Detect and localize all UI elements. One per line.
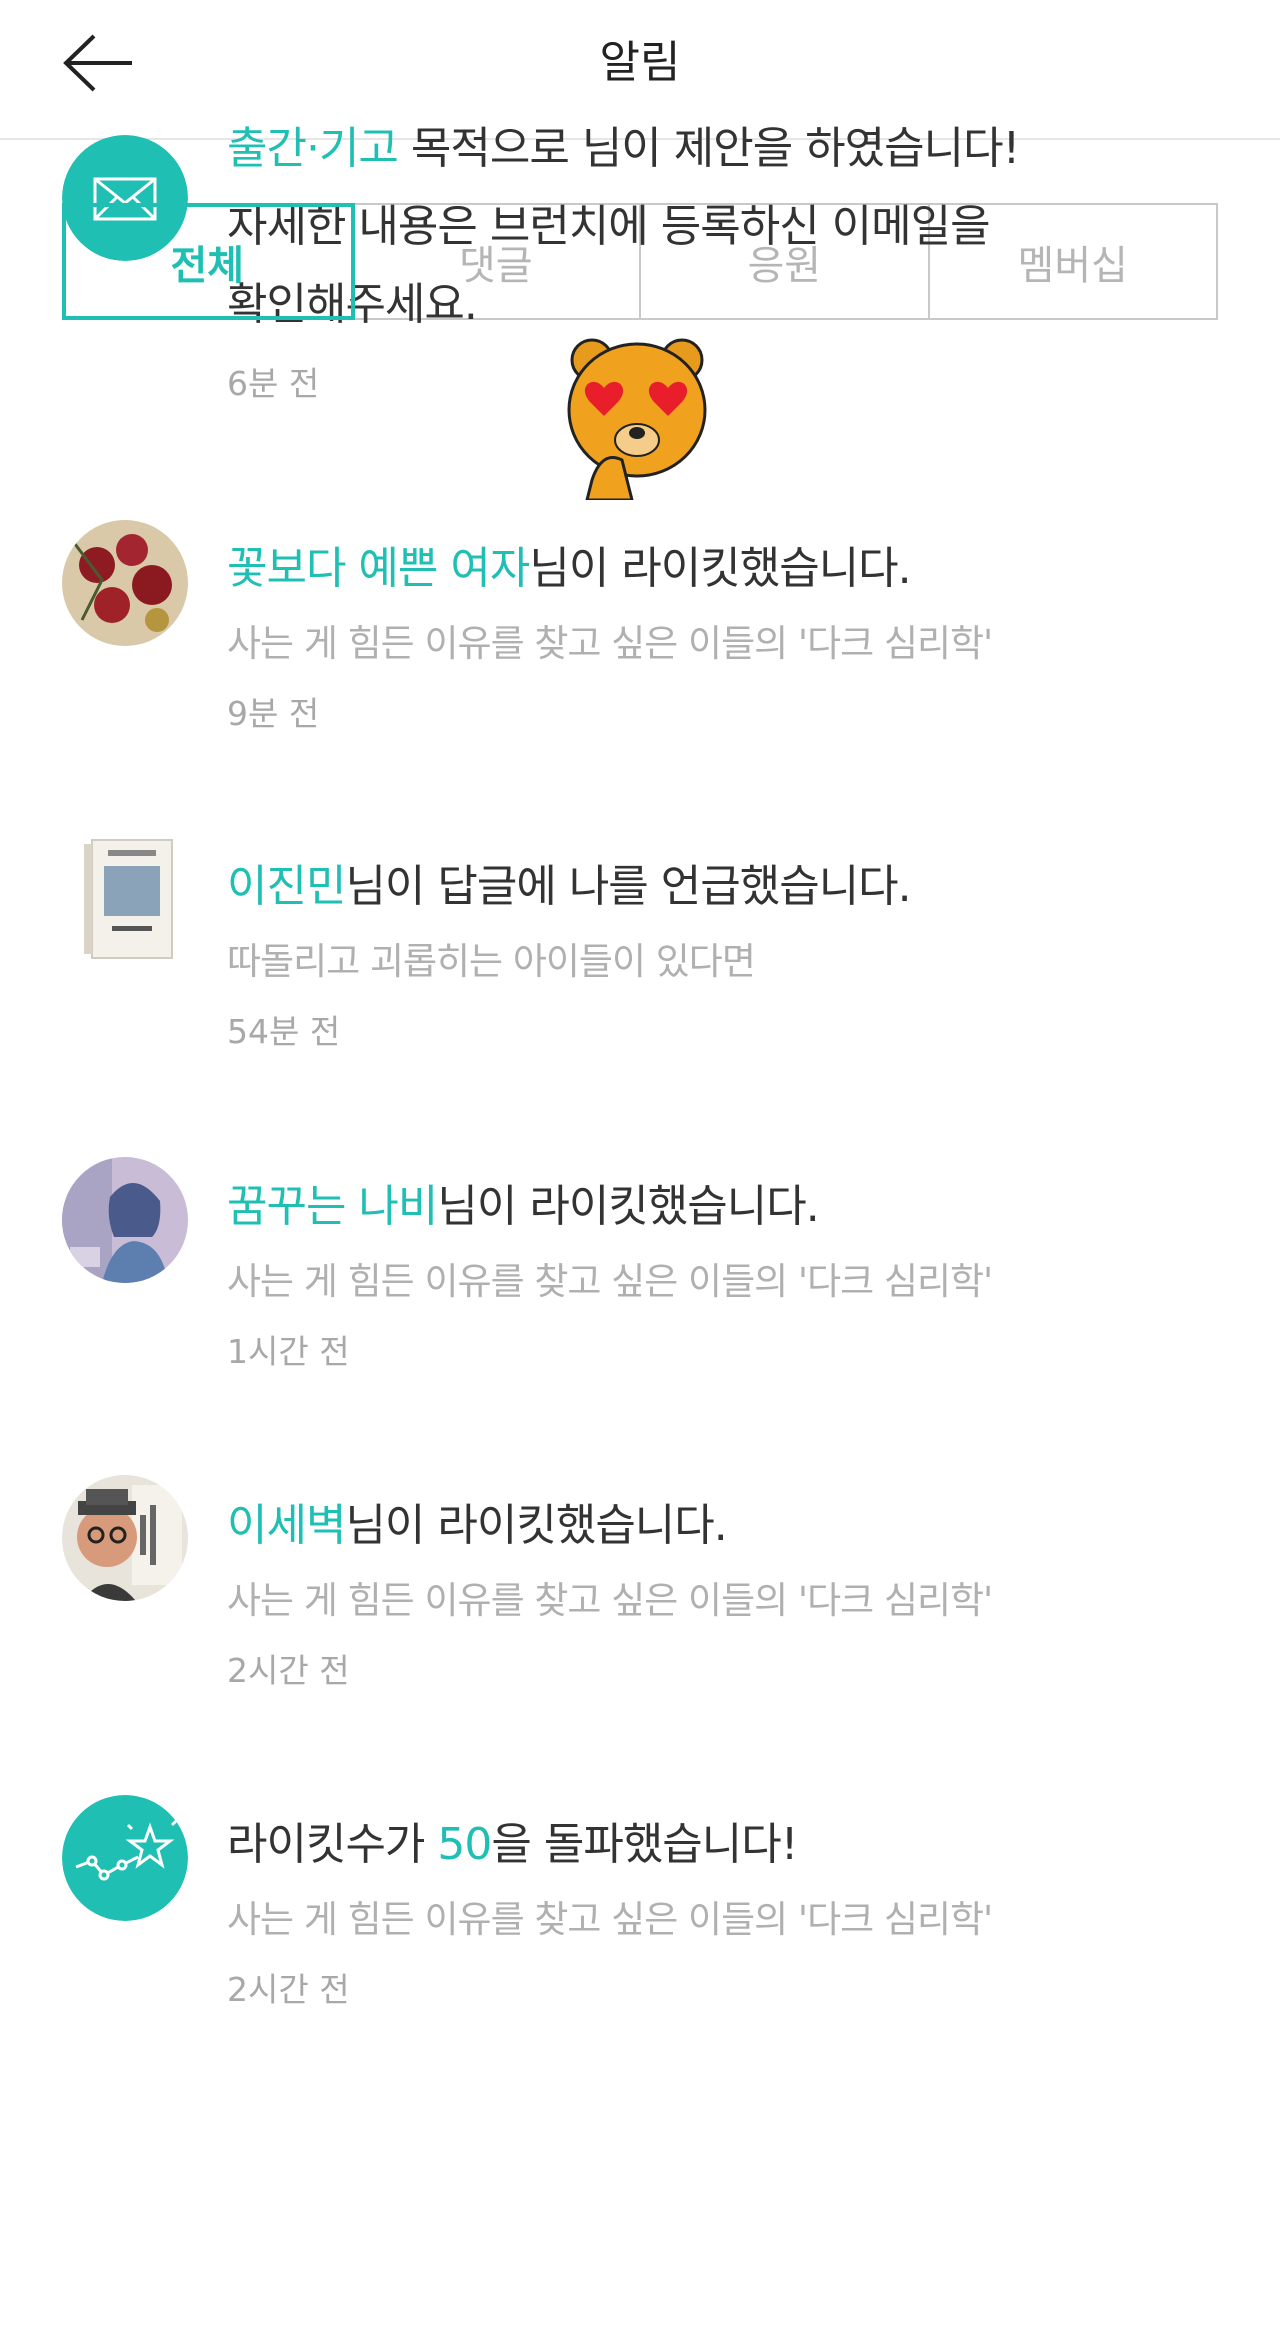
timestamp: 2시간 전 [227,1970,350,2009]
user-name-link[interactable]: 이진민 [227,861,346,912]
tab-all[interactable]: 전체 [62,203,355,320]
notification-message: 꽃보다 예쁜 여자님이 라이킷했습니다. [227,543,912,594]
notification-message-line2: 자세한 내용은 브런치에 등록하신 이메일을 [227,201,991,252]
notification-message-line3: 확인해주세요. [227,279,478,330]
post-title[interactable]: 사는 게 힘든 이유를 찾고 싶은 이들의 '다크 심리학' [227,1252,1227,1312]
notification-message: 라이킷수가 50을 돌파했습니다! [227,1819,798,1870]
user-name-link[interactable]: 이세벽 [227,1500,346,1551]
post-title[interactable]: 따돌리고 괴롭히는 아이들이 있다면 [227,932,1227,992]
user-name-link[interactable]: 꿈꾸는 나비 [227,1181,438,1232]
timestamp: 1시간 전 [227,1332,350,1371]
portrait-avatar[interactable] [62,1475,188,1601]
highlight-text[interactable]: 출간·기고 [227,123,399,174]
highlight-count: 50 [437,1819,492,1870]
milestone-star-icon [62,1795,188,1921]
roses-avatar[interactable] [62,520,188,646]
book-cover-avatar[interactable] [70,836,180,962]
user-name-link[interactable]: 꽃보다 예쁜 여자 [227,543,530,594]
post-title[interactable]: 사는 게 힘든 이유를 찾고 싶은 이들의 '다크 심리학' [227,1890,1227,1950]
post-title[interactable]: 사는 게 힘든 이유를 찾고 싶은 이들의 '다크 심리학' [227,614,1227,674]
timestamp: 54분 전 [227,1012,341,1051]
page-title: 알림 [599,37,681,88]
timestamp: 9분 전 [227,694,320,733]
post-title[interactable]: 사는 게 힘든 이유를 찾고 싶은 이들의 '다크 심리학' [227,1571,1227,1631]
notification-message: 출간·기고 목적으로 님이 제안을 하였습니다! [227,123,1020,174]
notification-message: 이진민님이 답글에 나를 언급했습니다. [227,861,912,912]
timestamp: 2시간 전 [227,1651,350,1690]
timestamp: 6분 전 [227,364,320,403]
notification-message: 이세벽님이 라이킷했습니다. [227,1500,728,1551]
notification-message: 꿈꾸는 나비님이 라이킷했습니다. [227,1181,820,1232]
illustration-avatar[interactable] [62,1157,188,1283]
